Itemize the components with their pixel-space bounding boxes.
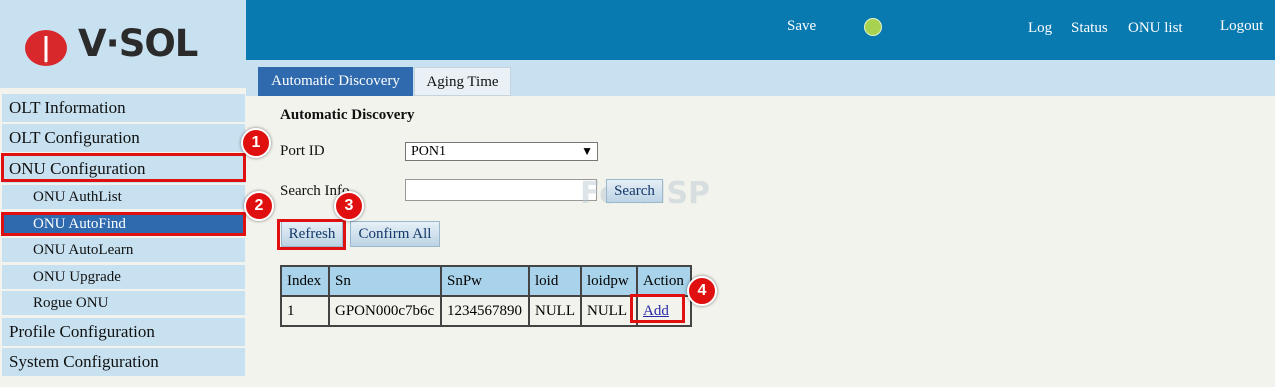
top-header xyxy=(246,0,1275,60)
logo-area: V·SOL xyxy=(0,0,246,88)
tab-automatic-discovery[interactable]: Automatic Discovery xyxy=(258,67,413,96)
chevron-down-icon: ▼ xyxy=(581,144,593,158)
sidebar-subitem-onu-upgrade[interactable]: ONU Upgrade xyxy=(2,265,245,289)
sidebar-subitem-onu-autolearn[interactable]: ONU AutoLearn xyxy=(2,238,245,262)
column-header-loid: loid xyxy=(528,265,582,297)
step-marker-4: 4 xyxy=(687,276,717,306)
onu-list-link[interactable]: ONU list xyxy=(1128,20,1183,37)
column-header-snpw: SnPw xyxy=(440,265,530,297)
port-id-value: PON1 xyxy=(411,144,447,159)
port-id-label: Port ID xyxy=(280,143,325,159)
column-header-index: Index xyxy=(280,265,330,297)
column-header-sn: Sn xyxy=(328,265,442,297)
cell-sn: GPON000c7b6c xyxy=(328,295,442,327)
brand-name: V·SOL xyxy=(78,22,198,65)
step-marker-3: 3 xyxy=(334,191,364,221)
section-title: Automatic Discovery xyxy=(280,107,415,123)
sidebar: V·SOL OLT Information OLT Configuration … xyxy=(0,0,246,387)
highlight-onu-configuration xyxy=(1,153,246,182)
highlight-onu-autofind xyxy=(1,212,246,236)
sidebar-item-olt-information[interactable]: OLT Information xyxy=(2,94,245,122)
tab-aging-time[interactable]: Aging Time xyxy=(414,67,511,96)
log-link[interactable]: Log xyxy=(1028,20,1052,37)
port-id-select[interactable]: PON1 ▼ xyxy=(405,142,598,161)
sidebar-subitem-onu-authlist[interactable]: ONU AuthList xyxy=(2,185,245,209)
vsol-logo-icon xyxy=(25,30,67,66)
cell-loid: NULL xyxy=(528,295,582,327)
sidebar-item-profile-configuration[interactable]: Profile Configuration xyxy=(2,318,245,346)
table-header-row: Index Sn SnPw loid loidpw Action xyxy=(280,265,692,297)
save-link[interactable]: Save xyxy=(787,18,816,35)
column-header-action: Action xyxy=(636,265,692,297)
highlight-add xyxy=(630,294,685,323)
status-indicator-icon xyxy=(864,18,882,36)
sidebar-item-system-configuration[interactable]: System Configuration xyxy=(2,348,245,376)
search-button[interactable]: Search xyxy=(606,179,663,203)
highlight-refresh xyxy=(277,219,346,250)
cell-index: 1 xyxy=(280,295,330,327)
column-header-loidpw: loidpw xyxy=(580,265,638,297)
step-marker-1: 1 xyxy=(241,128,271,158)
sidebar-item-olt-configuration[interactable]: OLT Configuration xyxy=(2,124,245,152)
confirm-all-button[interactable]: Confirm All xyxy=(350,221,440,247)
cell-loidpw: NULL xyxy=(580,295,638,327)
status-link[interactable]: Status xyxy=(1071,20,1108,37)
step-marker-2: 2 xyxy=(244,191,274,221)
search-input[interactable] xyxy=(405,179,597,201)
sidebar-subitem-rogue-onu[interactable]: Rogue ONU xyxy=(2,291,245,315)
logout-link[interactable]: Logout xyxy=(1220,18,1263,35)
cell-snpw: 1234567890 xyxy=(440,295,530,327)
